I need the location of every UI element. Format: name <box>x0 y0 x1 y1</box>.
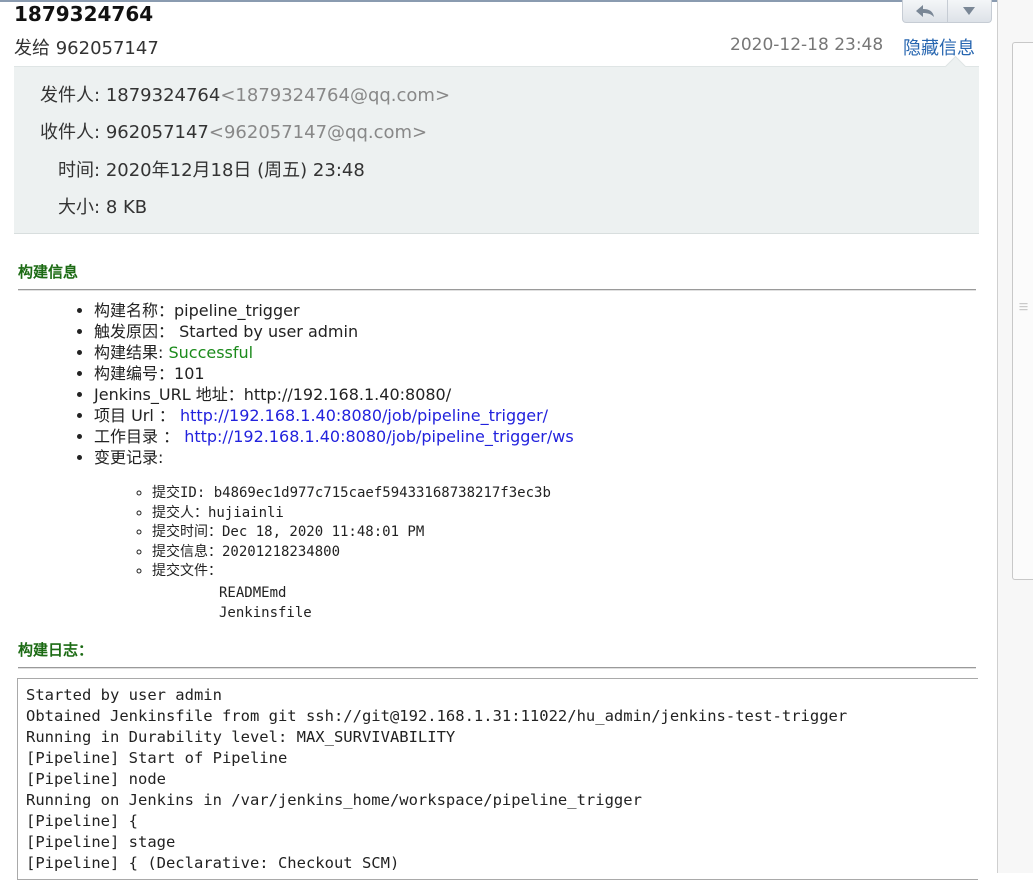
list-item: 触发原因： Started by user admin <box>94 321 574 342</box>
list-item: 构建编号：101 <box>94 363 574 384</box>
reply-button[interactable] <box>903 0 947 22</box>
list-item: 构建结果: Successful <box>94 342 574 363</box>
build-log-heading: 构建日志： <box>18 641 94 659</box>
log-line: [Pipeline] Start of Pipeline <box>26 749 288 767</box>
from-label: 发件人: <box>40 85 101 106</box>
log-line: [Pipeline] { (Declarative: Checkout SCM) <box>26 854 400 872</box>
hide-info-link[interactable]: 隐藏信息 <box>903 34 975 60</box>
size-row: 大小: 8 KB <box>58 193 147 219</box>
size-value: 8 KB <box>105 197 148 218</box>
commit-files: READMEmd Jenkinsfile <box>219 584 312 623</box>
mail-subject: 1879324764 <box>14 2 154 26</box>
from-email[interactable]: <1879324764@qq.com> <box>220 85 450 106</box>
chevron-down-icon <box>963 7 976 15</box>
size-label: 大小: <box>58 197 101 218</box>
log-line: Running in Durability level: MAX_SURVIVA… <box>26 728 456 746</box>
commit-file: READMEmd <box>219 585 287 601</box>
to-email[interactable]: <962057147@qq.com> <box>209 122 427 143</box>
list-item: 项目 Url ： http://192.168.1.40:8080/job/pi… <box>94 405 574 426</box>
workdir-link[interactable]: http://192.168.1.40:8080/job/pipeline_tr… <box>184 427 574 446</box>
list-item: 工作目录 ： http://192.168.1.40:8080/job/pipe… <box>94 426 574 447</box>
log-line: Started by user admin <box>26 686 222 704</box>
list-item: Jenkins_URL 地址：http://192.168.1.40:8080/ <box>94 384 574 405</box>
log-line: [Pipeline] stage <box>26 833 176 851</box>
to-name[interactable]: 962057147 <box>106 122 209 143</box>
project-url-link[interactable]: http://192.168.1.40:8080/job/pipeline_tr… <box>180 406 548 425</box>
to-row: 收件人: 962057147<962057147@qq.com> <box>40 118 427 144</box>
list-item: 构建名称：pipeline_trigger <box>94 300 574 321</box>
list-item: 提交ID: b4869ec1d977c715caef59433168738217… <box>152 484 551 504</box>
mail-details-panel: 发件人: 1879324764<1879324764@qq.com> 收件人: … <box>14 55 979 234</box>
mail-action-buttons <box>902 0 992 23</box>
list-item: 变更记录: <box>94 447 574 468</box>
time-value: 2020年12月18日 (周五) 23:48 <box>105 160 365 181</box>
list-item: 提交信息：20201218234800 <box>152 543 551 563</box>
from-row: 发件人: 1879324764<1879324764@qq.com> <box>40 81 450 107</box>
from-name[interactable]: 1879324764 <box>106 85 221 106</box>
list-item: 提交文件： <box>152 562 551 582</box>
build-info-divider <box>18 289 976 291</box>
log-line: [Pipeline] node <box>26 770 166 788</box>
build-status: Successful <box>168 343 254 362</box>
build-info-heading: 构建信息 <box>18 263 79 281</box>
build-log-divider <box>18 667 976 669</box>
build-log-box[interactable]: Started by user admin Obtained Jenkinsfil… <box>17 678 978 880</box>
log-line: [Pipeline] { <box>26 812 138 830</box>
build-info-list: 构建名称：pipeline_trigger 触发原因： Started by u… <box>60 300 574 468</box>
list-item: 提交时间：Dec 18, 2020 11:48:01 PM <box>152 523 551 543</box>
time-row: 时间: 2020年12月18日 (周五) 23:48 <box>58 156 365 182</box>
log-line: Running on Jenkins in /var/jenkins_home/… <box>26 791 642 809</box>
recipient-summary: 发给 962057147 <box>14 38 159 59</box>
more-actions-button[interactable] <box>946 0 992 22</box>
commit-file: Jenkinsfile <box>219 604 312 621</box>
time-label: 时间: <box>58 160 101 181</box>
commit-list: 提交ID: b4869ec1d977c715caef59433168738217… <box>118 484 551 582</box>
log-line: Obtained Jenkinsfile from git ssh://git@… <box>26 707 848 725</box>
list-item: 提交人：hujiainli <box>152 504 551 524</box>
reply-icon <box>915 5 934 17</box>
to-label: 收件人: <box>40 122 101 143</box>
mail-date: 2020-12-18 23:48 <box>730 35 884 55</box>
scroll-grip-icon: — — — <box>1019 299 1028 315</box>
